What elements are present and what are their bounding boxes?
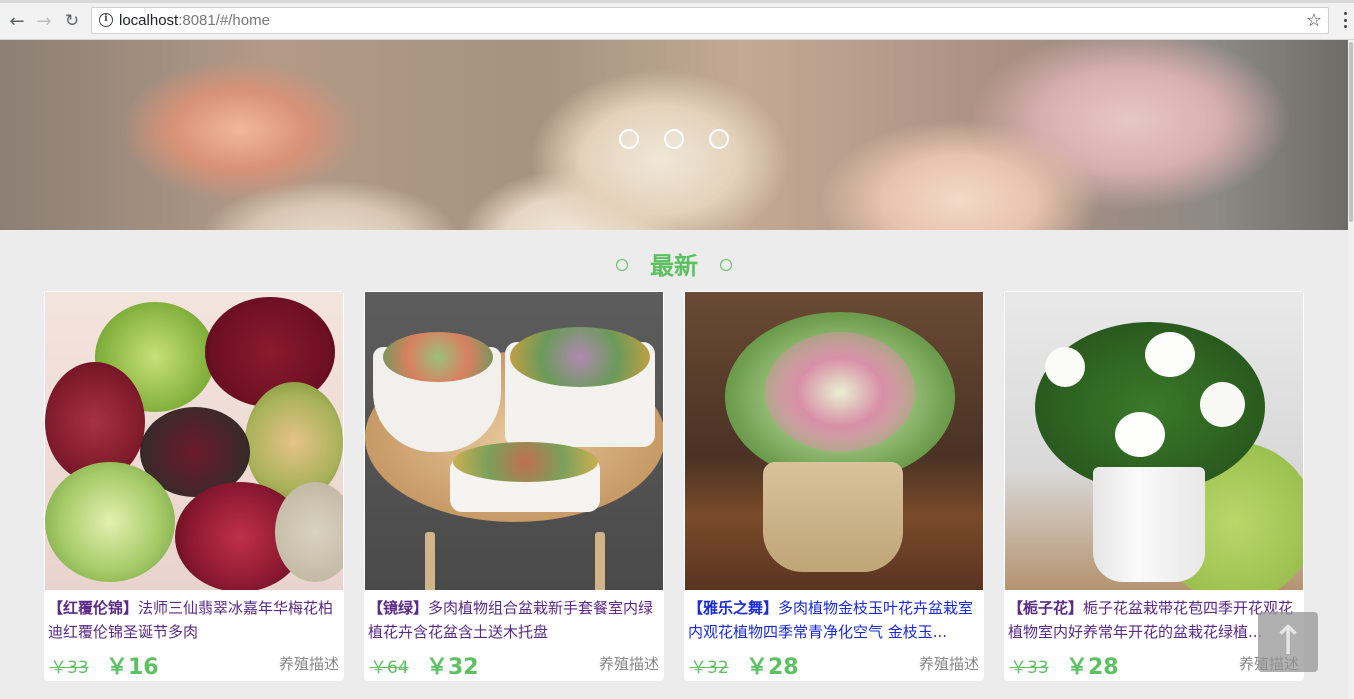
carousel-indicators xyxy=(619,129,729,149)
carousel-dot-2[interactable] xyxy=(664,129,684,149)
section-title: 最新 xyxy=(0,246,1348,281)
product-image[interactable] xyxy=(685,292,983,590)
sale-price: ￥28 xyxy=(1066,655,1119,680)
back-to-top-button[interactable]: ↑ xyxy=(1258,612,1318,672)
product-card[interactable]: 【红覆伦锦】法师三仙翡翠冰嘉年华梅花柏迪红覆伦锦圣诞节多肉 ￥33 ￥16 养殖… xyxy=(44,291,344,681)
product-name: 【镜绿】 xyxy=(368,599,429,617)
product-description[interactable]: 【红覆伦锦】法师三仙翡翠冰嘉年华梅花柏迪红覆伦锦圣诞节多肉 xyxy=(48,596,340,646)
product-name: 【栀子花】 xyxy=(1008,599,1084,617)
sale-price: ￥28 xyxy=(746,655,799,680)
carousel-dot-3[interactable] xyxy=(709,129,729,149)
product-card[interactable]: 【镜绿】多肉植物组合盆栽新手套餐室内绿植花卉含花盆含土送木托盘 ￥64 ￥32 … xyxy=(364,291,664,681)
sale-price: ￥16 xyxy=(106,655,159,680)
care-description-link[interactable]: 养殖描述 xyxy=(599,653,659,674)
url-text[interactable]: localhost:8081/#/home xyxy=(119,12,270,29)
care-description-link[interactable]: 养殖描述 xyxy=(279,653,339,674)
browser-toolbar: ← → ↻ i localhost:8081/#/home ☆ xyxy=(0,0,1354,40)
url-path: :8081/#/home xyxy=(178,12,270,29)
original-price: ￥32 xyxy=(690,658,729,678)
product-image[interactable] xyxy=(45,292,343,590)
product-name: 【红覆伦锦】 xyxy=(48,599,139,617)
circle-decoration-right-icon xyxy=(720,259,732,271)
original-price: ￥33 xyxy=(1010,658,1049,678)
product-description[interactable]: 【雅乐之舞】多肉植物金枝玉叶花卉盆栽室内观花植物四季常青净化空气 金枝玉... xyxy=(688,596,980,646)
info-icon[interactable]: i xyxy=(99,13,113,27)
section-title-text: 最新 xyxy=(650,252,698,280)
product-card[interactable]: 【雅乐之舞】多肉植物金枝玉叶花卉盆栽室内观花植物四季常青净化空气 金枝玉... … xyxy=(684,291,984,681)
banner-carousel[interactable] xyxy=(0,40,1348,230)
sale-price: ￥32 xyxy=(426,655,479,680)
carousel-dot-1[interactable] xyxy=(619,129,639,149)
bookmark-star-icon[interactable]: ☆ xyxy=(1306,10,1322,31)
product-image[interactable] xyxy=(365,292,663,590)
care-description-link[interactable]: 养殖描述 xyxy=(919,653,979,674)
product-description[interactable]: 【栀子花】栀子花盆栽带花苞四季开花观花植物室内好养常年开花的盆栽花绿植... xyxy=(1008,596,1300,646)
back-arrow-icon[interactable]: ← xyxy=(6,10,28,32)
product-description[interactable]: 【镜绿】多肉植物组合盆栽新手套餐室内绿植花卉含花盆含土送木托盘 xyxy=(368,596,660,646)
reload-icon[interactable]: ↻ xyxy=(61,10,83,32)
forward-arrow-icon[interactable]: → xyxy=(33,10,55,32)
scrollbar-thumb[interactable] xyxy=(1349,42,1353,222)
product-name: 【雅乐之舞】 xyxy=(688,599,779,617)
original-price: ￥33 xyxy=(50,658,89,678)
circle-decoration-left-icon xyxy=(616,259,628,271)
product-image[interactable] xyxy=(1005,292,1303,590)
url-host: localhost xyxy=(119,12,179,29)
tab-strip xyxy=(0,0,1354,3)
original-price: ￥64 xyxy=(370,658,409,678)
address-bar[interactable]: i localhost:8081/#/home ☆ xyxy=(91,7,1329,34)
browser-menu-icon[interactable] xyxy=(1340,10,1350,30)
